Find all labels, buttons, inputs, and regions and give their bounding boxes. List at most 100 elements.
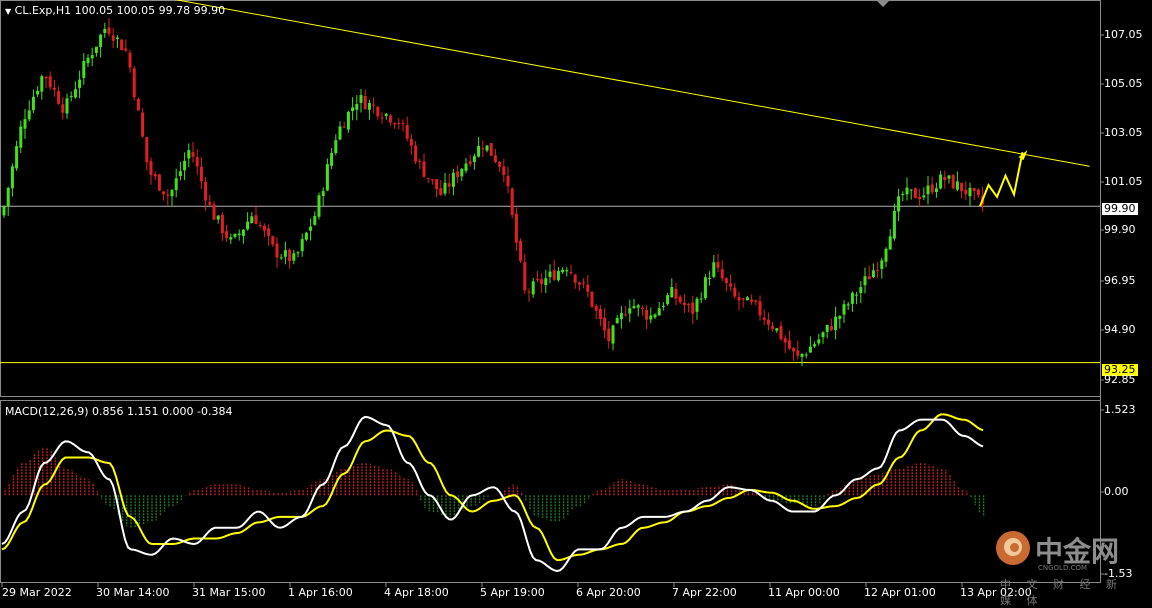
time-label-6: 6 Apr 20:00: [576, 586, 641, 599]
bull-candle: [279, 257, 283, 259]
bear-candle: [737, 296, 741, 301]
bear-candle: [162, 191, 166, 195]
bear-candle: [111, 35, 115, 41]
price-tick-105-05: 105.05: [1104, 77, 1143, 90]
bull-candle: [863, 276, 867, 286]
bull-candle: [367, 102, 371, 110]
bear-candle: [733, 287, 737, 297]
bull-candle: [485, 145, 489, 151]
bull-candle: [23, 119, 27, 129]
bear-candle: [439, 188, 443, 195]
bear-candle: [535, 278, 539, 281]
bull-candle: [73, 89, 77, 98]
time-label-1: 30 Mar 14:00: [96, 586, 170, 599]
bull-candle: [313, 216, 317, 225]
bull-candle: [187, 150, 191, 159]
price-panel-frame: [0, 0, 1101, 397]
bull-candle: [472, 156, 476, 163]
time-label-9: 12 Apr 01:00: [864, 586, 936, 599]
bull-candle: [338, 126, 342, 140]
bear-candle: [724, 278, 728, 284]
bear-candle: [787, 340, 791, 349]
bull-candle: [355, 104, 359, 110]
bear-candle: [468, 161, 472, 165]
bear-candle: [275, 243, 279, 258]
bull-candle: [544, 278, 548, 286]
bull-candle: [464, 163, 468, 171]
bull-candle: [905, 187, 909, 195]
bear-candle: [418, 160, 422, 162]
macd-panel-frame: [0, 400, 1101, 583]
bear-candle: [414, 145, 418, 162]
bull-candle: [808, 346, 812, 353]
bear-candle: [48, 76, 52, 88]
bear-candle: [430, 179, 434, 181]
bull-candle: [31, 96, 35, 111]
bear-candle: [594, 305, 598, 311]
chart-canvas[interactable]: [0, 0, 1152, 602]
bull-candle: [628, 308, 632, 314]
bear-candle: [867, 276, 871, 280]
bear-candle: [876, 269, 880, 272]
bull-candle: [901, 193, 905, 195]
bull-candle: [292, 253, 296, 261]
bull-candle: [241, 229, 245, 236]
bull-candle: [2, 206, 6, 216]
bear-candle: [603, 317, 607, 331]
bear-candle: [191, 152, 195, 157]
bear-candle: [829, 326, 833, 330]
bear-candle: [128, 52, 132, 68]
price-series-layer: [0, 0, 1100, 367]
resistance-trendline: [174, 0, 1090, 167]
bull-candle: [443, 182, 447, 194]
bull-candle: [359, 95, 363, 103]
bull-candle: [69, 96, 73, 98]
bear-candle: [590, 291, 594, 307]
bear-candle: [157, 174, 161, 191]
bull-candle: [745, 297, 749, 301]
cngold-logo-dot-icon: [1010, 543, 1019, 552]
chart-window[interactable]: ▼ CL.Exp,H1 100.05 100.05 99.78 99.90 MA…: [0, 0, 1152, 607]
bear-candle: [489, 143, 493, 156]
time-label-5: 5 Apr 19:00: [480, 586, 545, 599]
bull-candle: [834, 316, 838, 330]
bull-candle: [451, 172, 455, 187]
bull-candle: [922, 195, 926, 198]
bear-candle: [481, 148, 485, 150]
bull-candle: [661, 305, 665, 307]
time-label-7: 7 Apr 22:00: [672, 586, 737, 599]
bear-candle: [607, 328, 611, 342]
bull-candle: [10, 166, 14, 189]
bull-candle: [657, 308, 661, 316]
bear-candle: [783, 338, 787, 343]
bear-candle: [258, 225, 262, 227]
chart-menu-icon[interactable]: ▼: [5, 7, 11, 16]
bear-candle: [771, 325, 775, 329]
bear-candle: [149, 161, 153, 175]
bull-candle: [178, 171, 182, 177]
bear-candle: [153, 174, 157, 177]
bull-candle: [695, 298, 699, 312]
bear-candle: [552, 270, 556, 280]
bull-candle: [561, 269, 565, 273]
bull-candle: [237, 233, 241, 236]
bear-candle: [212, 204, 216, 220]
time-label-0: 29 Mar 2022: [2, 586, 72, 599]
bear-candle: [519, 240, 523, 262]
bull-candle: [229, 237, 233, 240]
bear-candle: [132, 68, 136, 98]
bear-candle: [262, 225, 266, 231]
bull-candle: [712, 262, 716, 277]
bull-candle: [246, 221, 250, 230]
bull-candle: [183, 160, 187, 171]
macd-tick-max: 1.523: [1104, 403, 1136, 416]
bear-candle: [145, 136, 149, 163]
scroll-shift-marker-icon[interactable]: [876, 0, 890, 7]
bull-candle: [934, 188, 938, 193]
bear-candle: [741, 298, 745, 300]
bull-candle: [838, 316, 842, 319]
bull-candle: [565, 270, 569, 272]
bear-candle: [682, 302, 686, 305]
bear-candle: [540, 279, 544, 285]
watermark-tagline: 中 文 财 经 新 媒 体: [1000, 578, 1123, 607]
